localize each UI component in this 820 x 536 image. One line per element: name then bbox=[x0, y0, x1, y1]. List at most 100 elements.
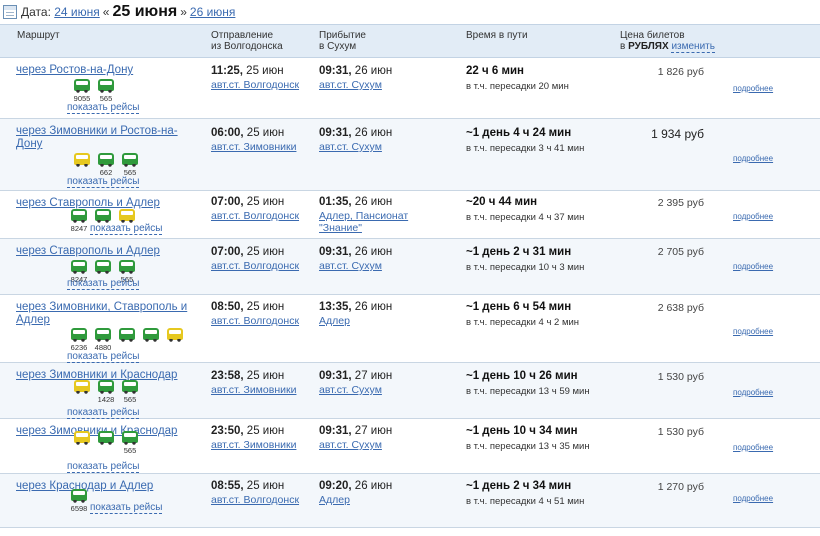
details-link[interactable]: подробнее bbox=[733, 84, 773, 93]
departure-station-link[interactable]: авт.ст. Зимовники bbox=[211, 384, 311, 396]
route-name-link[interactable]: через Краснодар и Адлер bbox=[16, 480, 191, 493]
arrival-hour: 13:35, bbox=[319, 301, 352, 313]
date-bar: Дата: 24 июня « 25 июня » 26 июня bbox=[0, 0, 820, 24]
show-flights-link[interactable]: показать рейсы bbox=[67, 176, 140, 188]
show-flights-link[interactable]: показать рейсы bbox=[67, 102, 140, 114]
departure-station-link[interactable]: авт.ст. Волгодонск bbox=[211, 210, 311, 222]
arrival-station-link[interactable]: авт.ст. Сухум bbox=[319, 79, 439, 91]
arrival-date: 27 июн bbox=[351, 425, 393, 437]
arrival-time: 09:31, 27 июн bbox=[319, 425, 392, 438]
departure-hour: 11:25, bbox=[211, 65, 243, 77]
bus-glyph bbox=[98, 153, 114, 167]
travel-duration: ~1 день 10 ч 26 мин bbox=[466, 370, 578, 382]
details-link[interactable]: подробнее bbox=[733, 154, 773, 163]
departure-station-link[interactable]: авт.ст. Волгодонск bbox=[211, 315, 311, 327]
departure-hour: 07:00, bbox=[211, 246, 244, 258]
departure-hour: 07:00, bbox=[211, 196, 244, 208]
ticket-price: 1 934 руб bbox=[651, 127, 704, 141]
next-date-link[interactable]: 26 июня bbox=[190, 5, 236, 19]
bus-icon bbox=[142, 328, 160, 352]
departure-date: 25 июн bbox=[243, 127, 285, 139]
header-arrival: Прибытие в Сухум bbox=[319, 30, 366, 52]
details-link[interactable]: подробнее bbox=[733, 443, 773, 452]
arrival-hour: 09:31, bbox=[319, 425, 352, 437]
prev-date-link[interactable]: 24 июня bbox=[54, 5, 100, 19]
arrival-station-link[interactable]: авт.ст. Сухум bbox=[319, 439, 439, 451]
header-price-line1: Цена билетов bbox=[620, 30, 685, 41]
change-currency-link[interactable]: изменить bbox=[671, 41, 715, 53]
arrival-station-link[interactable]: авт.ст. Сухум bbox=[319, 260, 439, 272]
bus-glyph bbox=[98, 431, 114, 445]
route-row: через Ростов-на-Дону 9055 565 показать р… bbox=[0, 58, 820, 119]
arrival-hour: 09:31, bbox=[319, 65, 352, 77]
route-row: через Зимовники и Ростов-на-Дону 662 565… bbox=[0, 119, 820, 191]
transfer-time: в т.ч. пересадки 13 ч 35 мин bbox=[466, 441, 590, 452]
arrival-station-link[interactable]: авт.ст. Сухум bbox=[319, 384, 439, 396]
bus-glyph bbox=[71, 489, 87, 503]
show-flights-link[interactable]: показать рейсы bbox=[90, 223, 163, 235]
bus-glyph bbox=[71, 260, 87, 274]
transfer-time: в т.ч. пересадки 4 ч 2 мин bbox=[466, 317, 580, 328]
bus-icon: 6236 bbox=[70, 328, 88, 352]
route-row: через Ставрополь и Адлер 8247 565 показа… bbox=[0, 239, 820, 295]
departure-date: 25 июн bbox=[243, 301, 285, 313]
show-flights-link[interactable]: показать рейсы bbox=[67, 351, 140, 363]
show-flights-link[interactable]: показать рейсы bbox=[67, 278, 140, 290]
departure-station-link[interactable]: авт.ст. Зимовники bbox=[211, 141, 311, 153]
departure-station-link[interactable]: авт.ст. Волгодонск bbox=[211, 260, 311, 272]
arrival-station-link[interactable]: Адлер bbox=[319, 315, 439, 327]
bus-icon: 9055 bbox=[73, 79, 91, 103]
departure-date: 25 июн bbox=[243, 480, 285, 492]
departure-station-link[interactable]: авт.ст. Волгодонск bbox=[211, 79, 311, 91]
vehicle-icons: 662 565 bbox=[73, 153, 139, 177]
header-price-line2: в РУБЛЯХ изменить bbox=[620, 41, 715, 53]
header-departure-line2: из Волгодонска bbox=[211, 41, 283, 52]
details-link[interactable]: подробнее bbox=[733, 494, 773, 503]
ticket-price: 1 530 руб bbox=[657, 426, 704, 438]
route-name-link[interactable]: через Зимовники, Ставрополь и Адлер bbox=[16, 301, 191, 327]
arrival-time: 09:20, 26 июн bbox=[319, 480, 392, 493]
transfer-time: в т.ч. пересадки 20 мин bbox=[466, 81, 569, 92]
departure-station-link[interactable]: авт.ст. Зимовники bbox=[211, 439, 311, 451]
route-name-link[interactable]: через Ростов-на-Дону bbox=[16, 64, 191, 77]
transfer-time: в т.ч. пересадки 3 ч 41 мин bbox=[466, 143, 585, 154]
details-link[interactable]: подробнее bbox=[733, 262, 773, 271]
departure-time: 07:00, 25 июн bbox=[211, 196, 284, 209]
header-arrival-line2: в Сухум bbox=[319, 41, 357, 52]
show-flights-link[interactable]: показать рейсы bbox=[90, 502, 163, 514]
travel-duration: ~1 день 2 ч 34 мин bbox=[466, 480, 572, 492]
details-link[interactable]: подробнее bbox=[733, 388, 773, 397]
show-flights-link[interactable]: показать рейсы bbox=[67, 407, 140, 419]
route-name-link[interactable]: через Зимовники и Ростов-на-Дону bbox=[16, 125, 191, 151]
arrival-date: 26 июн bbox=[351, 127, 393, 139]
departure-date: 25 июн bbox=[242, 65, 284, 77]
bus-glyph bbox=[95, 328, 111, 342]
arrival-time: 09:31, 26 июн bbox=[319, 246, 392, 259]
bus-icon: 565 bbox=[97, 79, 115, 103]
details-link[interactable]: подробнее bbox=[733, 212, 773, 221]
vehicle-icons: 6598 bbox=[70, 489, 88, 513]
header-route: Маршрут bbox=[17, 30, 60, 41]
route-row: через Зимовники и Краснодар 565 показать… bbox=[0, 419, 820, 474]
departure-station-link[interactable]: авт.ст. Волгодонск bbox=[211, 494, 311, 506]
details-link[interactable]: подробнее bbox=[733, 327, 773, 336]
bus-glyph bbox=[74, 79, 90, 93]
arrival-station-link[interactable]: Адлер, Пансионат "Знание" bbox=[319, 210, 439, 234]
arrival-station-link[interactable]: авт.ст. Сухум bbox=[319, 141, 439, 153]
ticket-price: 1 530 руб bbox=[657, 371, 704, 383]
current-date: 25 июня bbox=[112, 3, 178, 20]
travel-duration: ~1 день 10 ч 34 мин bbox=[466, 425, 578, 437]
transfer-time: в т.ч. пересадки 4 ч 51 мин bbox=[466, 496, 585, 507]
taxi-icon bbox=[73, 153, 91, 177]
bus-glyph bbox=[95, 260, 111, 274]
header-departure: Отправление из Волгодонска bbox=[211, 30, 283, 52]
bus-glyph bbox=[143, 328, 159, 342]
arrival-station-link[interactable]: Адлер bbox=[319, 494, 439, 506]
vehicle-number: 8247 bbox=[70, 224, 88, 233]
calendar-icon[interactable] bbox=[3, 5, 17, 19]
departure-time: 07:00, 25 июн bbox=[211, 246, 284, 259]
bus-icon bbox=[118, 328, 136, 352]
route-name-link[interactable]: через Ставрополь и Адлер bbox=[16, 245, 191, 258]
show-flights-link[interactable]: показать рейсы bbox=[67, 461, 140, 473]
bus-icon: 565 bbox=[121, 153, 139, 177]
